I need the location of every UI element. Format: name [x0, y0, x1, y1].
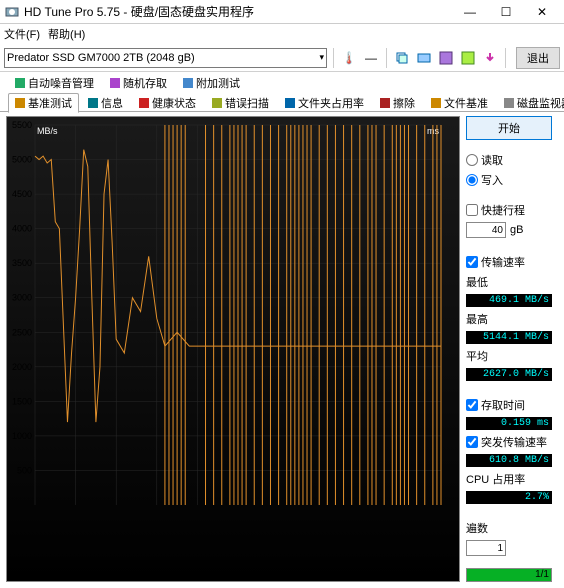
svg-text:2000: 2000 [12, 362, 32, 372]
max-value: 5144.1 MB/s [466, 331, 552, 344]
svg-text:2500: 2500 [12, 327, 32, 337]
screenshot-icon[interactable] [415, 49, 433, 67]
fast-input[interactable] [466, 222, 506, 238]
download-icon[interactable] [481, 49, 499, 67]
access-checkbox[interactable]: 存取时间 [466, 397, 552, 413]
tabrow-2: 基准测试信息健康状态错误扫描文件夹占用率擦除文件基准磁盘监视器 [0, 94, 564, 112]
avg-label: 平均 [466, 348, 552, 364]
svg-text:3000: 3000 [12, 293, 32, 303]
fast-checkbox[interactable]: 快捷行程 [466, 202, 552, 218]
write-radio[interactable]: 写入 [466, 172, 552, 188]
app-icon [4, 4, 20, 20]
options-icon[interactable] [459, 49, 477, 67]
avg-value: 2627.0 MB/s [466, 368, 552, 381]
svg-text:4500: 4500 [12, 189, 32, 199]
svg-text:500: 500 [17, 465, 32, 475]
tab-随机存取[interactable]: 随机存取 [103, 73, 174, 93]
pass-label: 遍数 [466, 520, 552, 536]
toolbar: Predator SSD GM7000 2TB (2048 gB) ▾ 🌡️ —… [0, 44, 564, 72]
tabrow-1: 自动噪音管理随机存取附加测试 [0, 74, 564, 92]
burst-checkbox[interactable]: 突发传输速率 [466, 434, 552, 450]
temperature-icon[interactable]: 🌡️ [340, 49, 358, 67]
drive-select[interactable]: Predator SSD GM7000 2TB (2048 gB) ▾ [4, 48, 327, 68]
benchmark-chart: 500 1000 1500 2000 2500 3000 3500 4000 4500 5000 5… [7, 117, 459, 513]
cpu-label: CPU 占用率 [466, 471, 552, 487]
start-button[interactable]: 开始 [466, 116, 552, 140]
min-value: 469.1 MB/s [466, 294, 552, 307]
content: 500 1000 1500 2000 2500 3000 3500 4000 4500 5000 5… [0, 111, 564, 588]
svg-text:MB/s: MB/s [37, 126, 58, 136]
max-label: 最高 [466, 311, 552, 327]
speed-checkbox[interactable]: 传输速率 [466, 254, 552, 270]
access-value: 0.159 ms [466, 417, 552, 430]
menu-help[interactable]: 帮助(H) [48, 26, 85, 42]
svg-text:4000: 4000 [12, 224, 32, 234]
window-title: HD Tune Pro 5.75 - 硬盘/固态硬盘实用程序 [24, 3, 452, 20]
tab-自动噪音管理[interactable]: 自动噪音管理 [8, 73, 101, 93]
read-radio[interactable]: 读取 [466, 152, 552, 168]
svg-text:5500: 5500 [12, 120, 32, 130]
cpu-value: 2.7% [466, 491, 552, 504]
svg-text:3500: 3500 [12, 258, 32, 268]
svg-text:1500: 1500 [12, 396, 32, 406]
tab-磁盘监视器[interactable]: 磁盘监视器 [497, 93, 564, 113]
progress-bar: 1/1 [466, 568, 552, 582]
dash-icon: — [362, 49, 380, 67]
tab-健康状态[interactable]: 健康状态 [132, 93, 203, 113]
svg-text:5000: 5000 [12, 155, 32, 165]
menubar: 文件(F) 帮助(H) [0, 24, 564, 44]
tab-文件夹占用率[interactable]: 文件夹占用率 [278, 93, 371, 113]
chevron-down-icon: ▾ [319, 52, 324, 63]
minimize-button[interactable]: — [452, 2, 488, 22]
right-panel: 开始 读取 写入 快捷行程 gB 传输速率 最低 469.1 MB/s 最高 5… [466, 116, 552, 582]
tab-基准测试[interactable]: 基准测试 [8, 93, 79, 113]
min-label: 最低 [466, 274, 552, 290]
menu-file[interactable]: 文件(F) [4, 26, 40, 42]
tab-擦除[interactable]: 擦除 [373, 93, 422, 113]
tab-信息[interactable]: 信息 [81, 93, 130, 113]
copy-icon[interactable] [393, 49, 411, 67]
chart-area: 500 1000 1500 2000 2500 3000 3500 4000 4500 5000 5… [6, 116, 460, 582]
titlebar: HD Tune Pro 5.75 - 硬盘/固态硬盘实用程序 — ☐ ✕ [0, 0, 564, 24]
maximize-button[interactable]: ☐ [488, 2, 524, 22]
pass-input[interactable] [466, 540, 506, 556]
tab-错误扫描[interactable]: 错误扫描 [205, 93, 276, 113]
close-button[interactable]: ✕ [524, 2, 560, 22]
burst-value: 610.8 MB/s [466, 454, 552, 467]
tab-附加测试[interactable]: 附加测试 [176, 73, 247, 93]
svg-text:1000: 1000 [12, 431, 32, 441]
drive-label: Predator SSD GM7000 2TB (2048 gB) [7, 52, 195, 64]
exit-button[interactable]: 退出 [516, 47, 560, 69]
tab-文件基准[interactable]: 文件基准 [424, 93, 495, 113]
save-icon[interactable] [437, 49, 455, 67]
